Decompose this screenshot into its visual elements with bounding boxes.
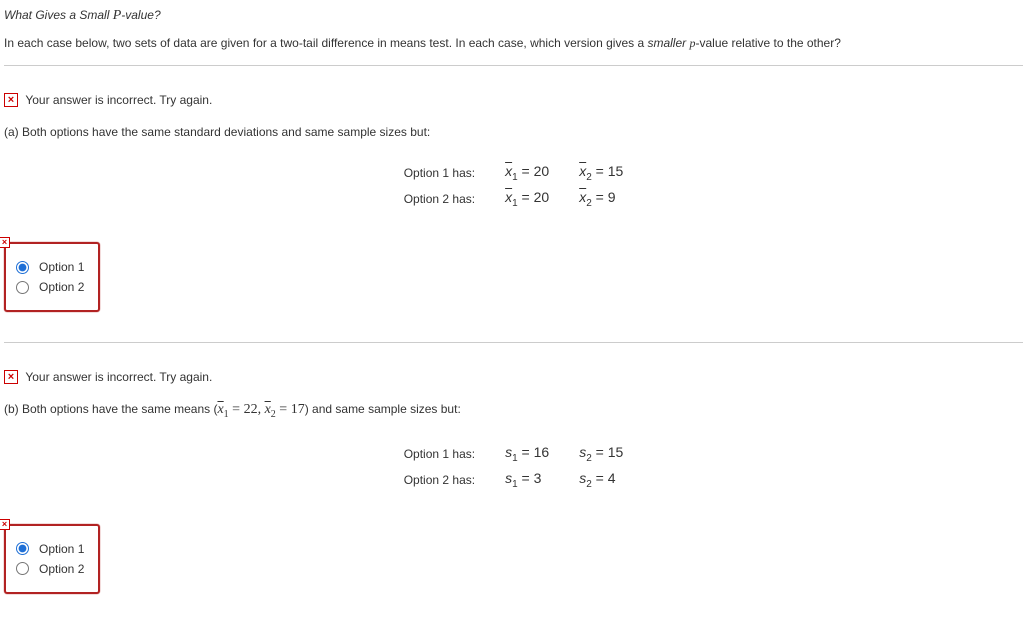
radio-b-option2-label[interactable]: Option 2 — [39, 562, 84, 576]
radio-a-option2[interactable] — [16, 281, 29, 294]
radio-a-option1-label[interactable]: Option 1 — [39, 260, 84, 274]
radio-a-option2-label[interactable]: Option 2 — [39, 280, 84, 294]
feedback-text: Your answer is incorrect. Try again. — [25, 370, 212, 384]
answer-box-b: × Option 1 Option 2 — [4, 524, 100, 594]
radio-a-option1[interactable] — [16, 261, 29, 274]
part-a-section: × Your answer is incorrect. Try again. (… — [4, 92, 1023, 342]
part-a-data-table: Option 1 has: x1 = 20 x2 = 15 Option 2 h… — [388, 159, 640, 213]
opt1-val2: x2 = 15 — [565, 161, 637, 185]
x-icon: × — [4, 93, 18, 107]
radio-b-option1-label[interactable]: Option 1 — [39, 542, 84, 556]
radio-b-option2[interactable] — [16, 562, 29, 575]
part-b-section: × Your answer is incorrect. Try again. (… — [4, 369, 1023, 623]
radio-b-option1[interactable] — [16, 542, 29, 555]
opt2-label: Option 2 has: — [390, 468, 489, 492]
part-b-prompt: (b) Both options have the same means (x1… — [4, 402, 1023, 420]
x-corner-icon: × — [0, 519, 10, 530]
opt1-val1: x1 = 20 — [491, 161, 563, 185]
x-icon: × — [4, 370, 18, 384]
divider — [4, 65, 1023, 66]
opt2-val2: x2 = 9 — [565, 187, 637, 211]
x-corner-icon: × — [0, 237, 10, 248]
opt1-val1: s1 = 16 — [491, 442, 563, 466]
question-intro: In each case below, two sets of data are… — [4, 36, 1023, 51]
opt1-label: Option 1 has: — [390, 442, 489, 466]
opt2-label: Option 2 has: — [390, 187, 489, 211]
opt2-val1: x1 = 20 — [491, 187, 563, 211]
opt1-label: Option 1 has: — [390, 161, 489, 185]
opt2-val2: s2 = 4 — [565, 468, 637, 492]
opt2-val1: s1 = 3 — [491, 468, 563, 492]
part-b-data-table: Option 1 has: s1 = 16 s2 = 15 Option 2 h… — [388, 440, 640, 494]
divider — [4, 342, 1023, 343]
answer-box-a: × Option 1 Option 2 — [4, 242, 100, 312]
question-title: What Gives a Small P-value? — [4, 8, 1023, 24]
feedback-text: Your answer is incorrect. Try again. — [25, 93, 212, 107]
feedback-b: × Your answer is incorrect. Try again. — [4, 369, 1023, 384]
feedback-a: × Your answer is incorrect. Try again. — [4, 92, 1023, 107]
part-a-prompt: (a) Both options have the same standard … — [4, 125, 1023, 139]
opt1-val2: s2 = 15 — [565, 442, 637, 466]
